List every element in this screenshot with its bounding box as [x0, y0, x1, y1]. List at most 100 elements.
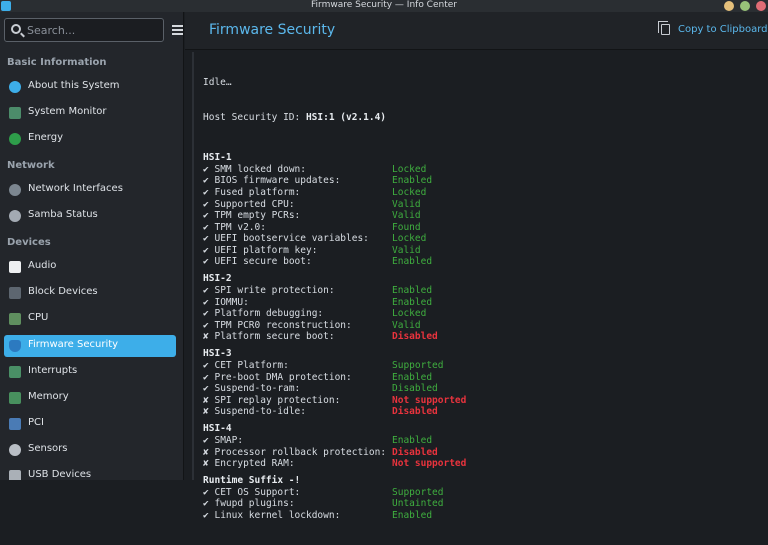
sidebar-item-memory[interactable]: Memory: [4, 387, 176, 409]
sidebar-item-label: Energy: [28, 132, 64, 143]
report-row-label: TPM empty PCRs:: [214, 210, 301, 222]
sidebar-item-audio[interactable]: Audio: [4, 256, 176, 278]
sidebar-item-pci[interactable]: PCI: [4, 413, 176, 435]
check-mark-icon: ✔: [203, 198, 209, 210]
sidebar-item-block-devices[interactable]: Block Devices: [4, 282, 176, 304]
maximize-button[interactable]: [740, 1, 750, 11]
report-group-title: HSI-3: [203, 348, 232, 360]
sidebar-item-energy[interactable]: Energy: [4, 128, 176, 150]
copy-to-clipboard-label: Copy to Clipboard: [678, 24, 768, 35]
sidebar-item-label: Block Devices: [28, 286, 98, 297]
sidebar-item-label: About this System: [28, 80, 120, 91]
report-row-label: Suspend-to-idle:: [214, 406, 306, 418]
main-content: Firmware Security Copy to Clipboard Idle…: [185, 12, 768, 521]
security-report-output: Idle… Host Security ID: HSI:1 (v2.1.4) H…: [203, 54, 763, 545]
check-mark-icon: ✔: [203, 256, 209, 268]
close-button[interactable]: [756, 1, 766, 11]
sidebar-item-label: CPU: [28, 312, 49, 323]
report-row-label: SPI write protection:: [214, 285, 335, 297]
sidebar-item-about-this-system[interactable]: About this System: [4, 76, 176, 98]
report-row-label: TPM v2.0:: [214, 221, 266, 233]
host-security-id-value: HSI:1 (v2.1.4): [305, 111, 387, 123]
report-row-value: Enabled: [392, 256, 433, 268]
report-row: ✔ fwupd plugins: Untainted: [203, 498, 763, 510]
report-row-value: Not supported: [392, 394, 467, 406]
report-row: ✔ Pre-boot DMA protection: Enabled: [203, 372, 763, 384]
report-row-label: UEFI bootservice variables:: [214, 233, 369, 245]
system-monitor-icon: [9, 107, 21, 119]
check-mark-icon: ✔: [203, 371, 209, 383]
shield-icon: [9, 340, 21, 352]
report-row-value: Enabled: [392, 285, 433, 297]
sidebar-item-label: Network Interfaces: [28, 183, 123, 194]
check-mark-icon: ✔: [203, 175, 209, 187]
report-row-value: Valid: [392, 244, 421, 256]
search-input[interactable]: [27, 22, 159, 38]
sidebar: Basic Information About this System Syst…: [0, 12, 184, 480]
report-row-value: Locked: [392, 308, 427, 320]
report-row-label: CET OS Support:: [214, 486, 301, 498]
report-row: ✔ Platform debugging: Locked: [203, 308, 763, 320]
report-row: ✔ IOMMU: Enabled: [203, 297, 763, 309]
search-box[interactable]: [4, 18, 164, 42]
page-title: Firmware Security: [209, 22, 336, 38]
sidebar-item-label: USB Devices: [28, 469, 92, 480]
report-row: ✔ TPM PCR0 reconstruction: Valid: [203, 320, 763, 332]
report-row: ✔ TPM empty PCRs: Valid: [203, 210, 763, 222]
report-group-title: HSI-2: [203, 273, 232, 285]
report-row-value: Found: [392, 221, 421, 233]
sidebar-item-label: Memory: [28, 391, 69, 402]
check-mark-icon: ✔: [203, 244, 209, 256]
report-row-value: Enabled: [392, 434, 433, 446]
report-row: ✔ SMM locked down: Locked: [203, 164, 763, 176]
report-row-label: Platform secure boot:: [214, 331, 335, 343]
report-row-value: Enabled: [392, 371, 433, 383]
check-mark-icon: ✔: [203, 360, 209, 372]
check-mark-icon: ✔: [203, 163, 209, 175]
pci-icon: [9, 418, 21, 430]
report-row: ✘ Suspend-to-idle: Disabled: [203, 406, 763, 418]
sidebar-item-label: System Monitor: [28, 106, 107, 117]
report-row-label: CET Platform:: [214, 360, 289, 372]
check-mark-icon: ✔: [203, 308, 209, 320]
report-row-label: SPI replay protection:: [214, 394, 341, 406]
report-row: ✔ Supported CPU: Valid: [203, 199, 763, 211]
report-row-value: Valid: [392, 198, 421, 210]
sidebar-item-cpu[interactable]: CPU: [4, 308, 176, 330]
sidebar-item-sensors[interactable]: Sensors: [4, 439, 176, 461]
sidebar-item-system-monitor[interactable]: System Monitor: [4, 102, 176, 124]
report-row-value: Valid: [392, 210, 421, 222]
sidebar-item-usb-devices[interactable]: USB Devices: [4, 465, 176, 480]
report-row: ✔ Suspend-to-ram: Disabled: [203, 383, 763, 395]
report-row-value: Disabled: [392, 446, 438, 458]
sidebar-item-label: Samba Status: [28, 209, 98, 220]
report-row: ✘ Platform secure boot: Disabled: [203, 331, 763, 343]
report-row-label: TPM PCR0 reconstruction:: [214, 319, 352, 331]
report-row-label: Encrypted RAM:: [214, 458, 295, 470]
hamburger-menu-icon[interactable]: [172, 24, 183, 36]
title-bar: Firmware Security — Info Center: [0, 0, 768, 12]
check-mark-icon: ✔: [203, 210, 209, 222]
check-mark-icon: ✔: [203, 285, 209, 297]
content-divider: [192, 52, 194, 480]
report-row: ✔ UEFI secure boot: Enabled: [203, 256, 763, 268]
section-header-devices: Devices: [7, 237, 51, 248]
report-row-label: Processor rollback protection:: [214, 446, 387, 458]
section-header-basic-information: Basic Information: [7, 57, 107, 68]
minimize-button[interactable]: [724, 1, 734, 11]
report-row-label: Platform debugging:: [214, 308, 324, 320]
report-row: ✔ BIOS firmware updates: Enabled: [203, 175, 763, 187]
report-row-label: UEFI platform key:: [214, 244, 318, 256]
report-row: ✔ SMAP: Enabled: [203, 435, 763, 447]
sidebar-item-firmware-security[interactable]: Firmware Security: [4, 335, 176, 357]
sidebar-item-interrupts[interactable]: Interrupts: [4, 361, 176, 383]
samba-icon: [9, 210, 21, 222]
info-icon: [9, 81, 21, 93]
report-group-title: HSI-4: [203, 423, 232, 435]
sidebar-item-network-interfaces[interactable]: Network Interfaces: [4, 179, 176, 201]
search-icon: [11, 24, 21, 34]
sensors-icon: [9, 444, 21, 456]
cross-mark-icon: ✘: [203, 458, 209, 470]
sidebar-item-samba-status[interactable]: Samba Status: [4, 205, 176, 227]
report-row-label: fwupd plugins:: [214, 498, 295, 510]
